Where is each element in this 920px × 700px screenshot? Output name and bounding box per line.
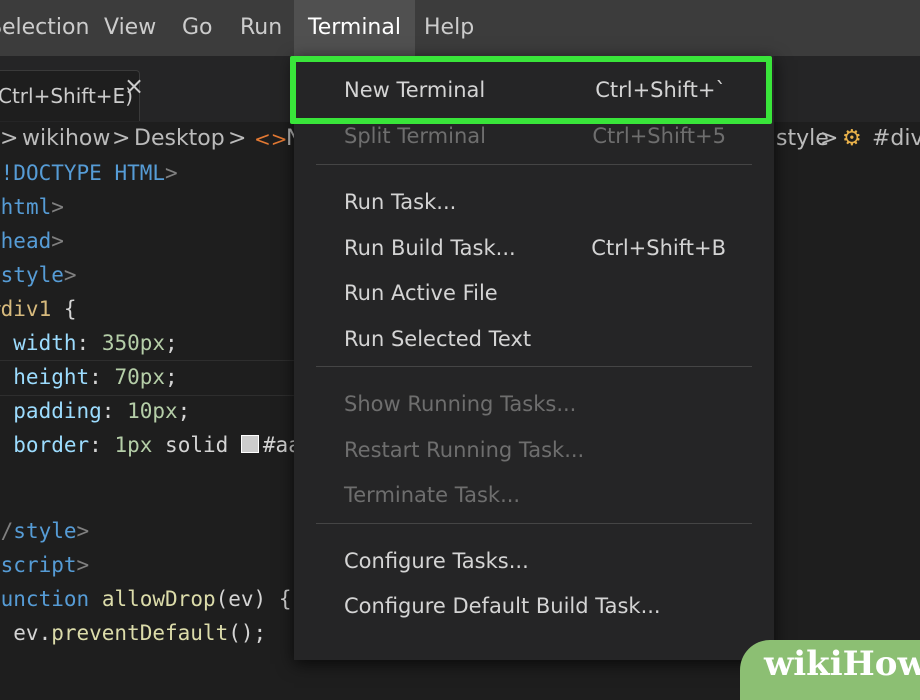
menu-separator <box>316 164 752 165</box>
menu-item-label: Run Build Task... <box>344 235 516 260</box>
breadcrumb-item-div[interactable]: #div <box>872 122 920 156</box>
html-file-icon: <> <box>254 127 288 151</box>
menu-go[interactable]: Go <box>182 0 213 56</box>
menu-item-label: Terminate Task... <box>344 483 521 507</box>
menu-item-label: Configure Tasks... <box>344 548 529 573</box>
menu-item-label: Run Active File <box>344 281 498 305</box>
menu-item-label: Show Running Tasks... <box>344 392 577 416</box>
menu-selection[interactable]: Selection <box>0 0 89 56</box>
code-token: width <box>13 331 77 355</box>
terminal-menu-dropdown: New Terminal Ctrl+Shift+` Split Terminal Ct… <box>294 56 774 660</box>
code-token: (ev) { <box>215 587 292 611</box>
code-token: style <box>0 263 64 287</box>
menu-item-restart-running-task: Restart Running Task... <box>294 428 774 472</box>
code-token: preventDefault <box>51 621 229 645</box>
menu-item-label: Run Task... <box>344 190 457 214</box>
code-token: border <box>13 433 90 457</box>
breadcrumb-separator: > <box>0 126 19 151</box>
breadcrumb-separator: > <box>820 126 839 151</box>
menu-item-run-active-file[interactable]: Run Active File <box>294 271 774 315</box>
code-line: <!DOCTYPE HTML> <box>0 156 178 190</box>
menu-separator <box>316 522 752 524</box>
code-token: head <box>0 229 52 253</box>
code-token: > <box>51 229 64 253</box>
code-token: ; <box>165 365 178 389</box>
close-icon[interactable]: × <box>124 72 144 100</box>
code-line: height: 70px; <box>0 360 178 394</box>
code-token: : <box>89 433 115 457</box>
code-token: ev. <box>13 621 52 645</box>
menu-item-show-running-tasks: Show Running Tasks... <box>294 382 774 426</box>
breadcrumb-item-desktop[interactable]: Desktop <box>134 122 225 156</box>
wikihow-logo: wikiHow <box>764 644 920 684</box>
menu-item-label: Restart Running Task... <box>344 437 585 462</box>
code-token: style <box>13 519 77 543</box>
menu-bar: Selection View Go Run Terminal Help <box>0 0 920 56</box>
menu-help[interactable]: Help <box>424 0 474 56</box>
menu-run[interactable]: Run <box>240 0 282 56</box>
code-token: 70px <box>114 365 166 389</box>
code-token: (); <box>228 621 267 645</box>
code-line: <head> <box>0 224 64 258</box>
css-selector-icon: ⚙ <box>842 126 862 151</box>
color-swatch <box>240 435 259 453</box>
menu-item-label: Configure Default Build Task... <box>344 594 661 618</box>
menu-terminal[interactable]: Terminal <box>294 0 415 56</box>
code-token: ; <box>177 399 191 423</box>
code-token: : <box>76 331 102 355</box>
menu-view[interactable]: View <box>104 0 156 56</box>
menu-item-configure-default-build-task[interactable]: Configure Default Build Task... <box>294 584 774 628</box>
code-token: : <box>101 399 128 423</box>
code-line: #div1 { <box>0 292 77 326</box>
code-token: > <box>63 263 77 287</box>
code-line: } <box>0 462 1 496</box>
code-line: <script> <box>0 548 89 582</box>
menu-item-label: Run Selected Text <box>344 326 532 351</box>
menu-separator <box>316 366 752 367</box>
editor-tab-label: Ctrl+Shift+E) <box>0 84 133 108</box>
breadcrumb-separator: > <box>228 126 247 151</box>
menu-item-terminate-task: Terminate Task... <box>294 473 774 517</box>
menu-item-shortcut: Ctrl+Shift+B <box>591 235 726 260</box>
code-token: ; <box>165 331 178 355</box>
code-line: function allowDrop(ev) { <box>0 582 291 616</box>
code-token: </ <box>0 519 14 543</box>
code-token: { <box>51 297 77 321</box>
menu-item-configure-tasks[interactable]: Configure Tasks... <box>294 539 774 583</box>
code-line: width: 350px; <box>0 326 178 360</box>
code-line: <html> <box>0 190 64 224</box>
code-token: allowDrop <box>101 587 216 611</box>
breadcrumb-item-wikihow[interactable]: wikihow <box>22 122 110 156</box>
code-line: ev.preventDefault(); <box>0 616 266 650</box>
menu-item-run-selected-text[interactable]: Run Selected Text <box>294 317 774 361</box>
code-token: > <box>165 161 178 185</box>
code-token: : <box>89 365 115 389</box>
code-token: > <box>76 519 90 543</box>
menu-item-run-build-task[interactable]: Run Build Task... Ctrl+Shift+B <box>294 226 774 270</box>
code-token: 10px <box>127 399 178 423</box>
code-token: script <box>0 553 77 577</box>
code-line: </style> <box>0 514 89 548</box>
code-line: padding: 10px; <box>0 394 190 428</box>
code-token: solid <box>165 433 241 457</box>
code-token: } <box>0 467 1 491</box>
code-token: > <box>51 195 64 219</box>
code-token: !DOCTYPE HTML <box>0 161 166 185</box>
breadcrumb-separator: > <box>112 126 131 151</box>
menu-item-run-task[interactable]: Run Task... <box>294 180 774 224</box>
code-line: <style> <box>0 258 77 292</box>
code-token: #div1 <box>0 297 52 321</box>
code-token: html <box>0 195 52 219</box>
highlight-box <box>290 56 772 124</box>
code-token: padding <box>13 399 102 423</box>
code-token: 1px <box>114 433 153 457</box>
code-token: function <box>0 587 90 611</box>
code-token: 350px <box>101 331 166 355</box>
code-token: > <box>76 553 90 577</box>
code-token: height <box>13 365 90 389</box>
